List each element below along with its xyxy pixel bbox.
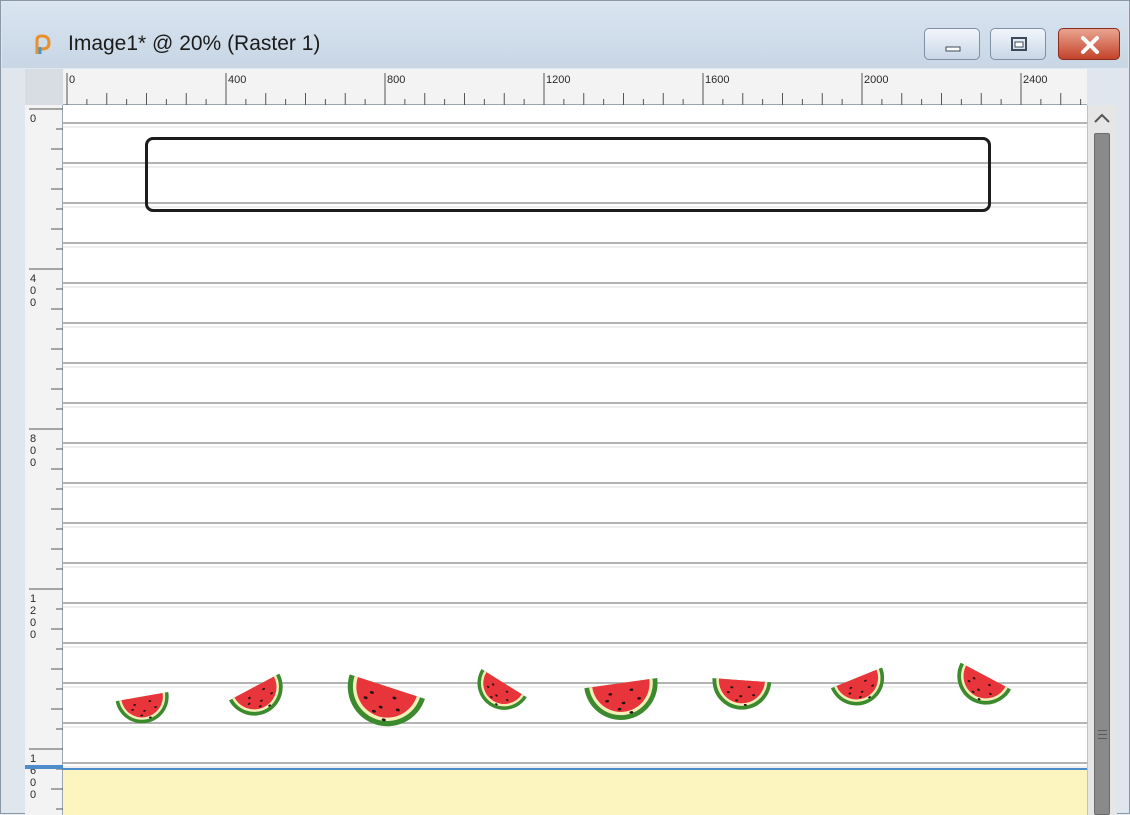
vertical-scrollbar[interactable] — [1087, 105, 1117, 815]
ruler-label: 8 — [30, 433, 36, 445]
ruler-label: 0 — [30, 617, 36, 629]
ruler-label: 400 — [228, 74, 246, 86]
paintshop-app-icon — [35, 34, 51, 54]
ruler-label: 0 — [30, 297, 36, 309]
ruler-label: 2 — [30, 605, 36, 617]
ruler-label: 800 — [387, 74, 405, 86]
image-canvas[interactable] — [63, 105, 1087, 815]
maximize-button[interactable] — [990, 28, 1046, 60]
ruler-label: 1600 — [705, 74, 729, 86]
ruler-label: 0 — [30, 789, 36, 801]
ruler-label: 0 — [30, 777, 36, 789]
vertical-ruler[interactable]: 040080012001600 — [25, 105, 63, 815]
ruler-label: 1 — [30, 593, 36, 605]
window-title: Image1* @ 20% (Raster 1) — [68, 32, 321, 55]
ruler-label: 0 — [30, 113, 36, 125]
ruler-label: 0 — [30, 629, 36, 641]
ruler-label: 1200 — [546, 74, 570, 86]
restore-icon — [1011, 37, 1027, 51]
grip-line — [1098, 738, 1107, 739]
scroll-thumb[interactable] — [1094, 133, 1110, 815]
close-icon — [1081, 36, 1099, 54]
ruler-label: 0 — [30, 285, 36, 297]
ruler-position-marker — [25, 765, 63, 769]
close-button[interactable] — [1058, 28, 1120, 60]
ruler-label: 2400 — [1023, 74, 1047, 86]
scroll-up-arrow-icon[interactable] — [1090, 107, 1114, 129]
ruler-label: 4 — [30, 273, 36, 285]
horizontal-ruler[interactable]: 0 400 800 1200 1600 2000 2400 — [63, 69, 1087, 105]
minimize-icon — [945, 46, 961, 52]
minimize-button[interactable] — [924, 28, 980, 60]
title-text-box[interactable] — [145, 137, 991, 212]
ruler-label: 1 — [30, 753, 36, 765]
grip-line — [1098, 730, 1107, 731]
grip-line — [1098, 734, 1107, 735]
image-window: Image1* @ 20% (Raster 1) 0 400 800 1200 1600… — [0, 0, 1130, 815]
watermelon-slice-icon — [584, 678, 658, 720]
ruler-label: 0 — [30, 445, 36, 457]
watermelon-slice-icon — [115, 691, 169, 724]
bottom-band — [63, 768, 1087, 815]
title-bar[interactable]: Image1* @ 20% (Raster 1) — [2, 2, 1128, 68]
ruler-label: 2000 — [864, 74, 888, 86]
watermelon-slice-icon — [712, 678, 772, 710]
ruler-corner — [25, 69, 63, 105]
ruler-label: 0 — [30, 457, 36, 469]
ruler-label: 0 — [69, 74, 75, 86]
